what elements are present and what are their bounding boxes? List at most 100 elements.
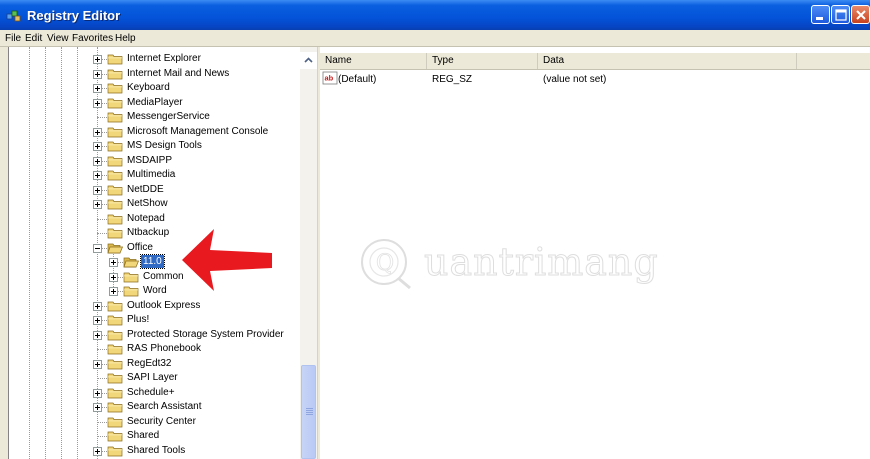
- menu-help[interactable]: Help: [115, 33, 136, 44]
- expand-icon[interactable]: [93, 301, 102, 311]
- tree-item[interactable]: Internet Mail and News: [9, 67, 311, 81]
- tree-item[interactable]: Internet Explorer: [9, 52, 311, 66]
- tree-item[interactable]: Protected Storage System Provider: [9, 328, 311, 342]
- tree-item[interactable]: Plus!: [9, 313, 311, 327]
- tree-item-label: Microsoft Management Console: [127, 125, 269, 137]
- watermark: Q uantrimang: [350, 232, 658, 292]
- expand-icon[interactable]: [93, 142, 102, 151]
- menu-file[interactable]: File: [5, 33, 21, 44]
- column-data[interactable]: Data: [538, 53, 797, 69]
- expand-icon[interactable]: [93, 185, 102, 195]
- tree-item-label: Internet Explorer: [127, 53, 201, 64]
- tree-item[interactable]: MessengerService: [9, 110, 311, 124]
- expand-icon[interactable]: [93, 127, 102, 137]
- value-name[interactable]: (Default): [338, 73, 376, 86]
- tree-item-label: MessengerService: [127, 111, 210, 122]
- tree-item[interactable]: Security Center: [9, 415, 311, 429]
- expand-icon[interactable]: [93, 446, 102, 456]
- tree-item-label: MS Design Tools: [127, 140, 202, 151]
- tree-scrollbar[interactable]: [300, 47, 317, 459]
- tree-item-label: Shared Tools: [127, 444, 186, 456]
- expand-icon[interactable]: [109, 258, 118, 267]
- watermark-text: uantrimang: [424, 240, 659, 285]
- expand-icon[interactable]: [109, 272, 118, 282]
- tree-item[interactable]: RAS Phonebook: [9, 342, 311, 356]
- tree-item[interactable]: NetDDE: [9, 183, 311, 197]
- folder-icon: [107, 69, 123, 79]
- menu-view[interactable]: View: [47, 33, 69, 44]
- expand-icon[interactable]: [93, 84, 102, 93]
- tree-item-label: Common: [143, 270, 184, 282]
- collapse-icon[interactable]: [93, 243, 102, 253]
- minimize-button[interactable]: [811, 5, 830, 24]
- folder-icon: [107, 156, 123, 166]
- svg-text:ab: ab: [325, 74, 334, 83]
- column-type[interactable]: Type: [427, 53, 538, 69]
- string-value-icon: ab: [322, 71, 338, 85]
- expand-icon[interactable]: [109, 287, 118, 296]
- tree-item[interactable]: Shared: [9, 429, 311, 443]
- thumb-grip: [306, 410, 313, 411]
- tree-item[interactable]: MSDAIPP: [9, 154, 311, 168]
- column-name[interactable]: Name: [320, 53, 427, 69]
- tree-item-label: Keyboard: [127, 82, 170, 93]
- tree-item[interactable]: Search Assistant: [9, 400, 311, 414]
- tree-item[interactable]: Keyboard: [9, 81, 311, 95]
- folder-icon: [107, 228, 123, 239]
- folder-icon: [107, 388, 123, 398]
- registry-editor-icon: [6, 10, 21, 22]
- folder-icon: [107, 315, 123, 326]
- expand-icon[interactable]: [93, 330, 102, 340]
- tree-item-label: 11.0: [140, 254, 165, 269]
- tree-item-label: Multimedia: [127, 169, 176, 180]
- tree-item-label: Schedule+: [127, 386, 175, 398]
- tree-item-label: Plus!: [127, 314, 150, 325]
- tree-item[interactable]: SAPI Layer: [9, 371, 311, 385]
- tree-item[interactable]: Schedule+: [9, 386, 311, 400]
- folder-icon: [107, 402, 123, 413]
- tree-item[interactable]: MS Design Tools: [9, 139, 311, 153]
- tree-item[interactable]: MediaPlayer: [9, 96, 311, 110]
- folder-icon: [107, 98, 123, 108]
- expand-icon[interactable]: [93, 98, 102, 108]
- tree-item-label: MSDAIPP: [127, 154, 173, 166]
- tree-item[interactable]: Outlook Express: [9, 299, 311, 313]
- tree-item[interactable]: NetShow: [9, 197, 311, 211]
- expand-icon[interactable]: [93, 316, 102, 325]
- tree-item[interactable]: Multimedia: [9, 168, 311, 182]
- tree-item-label: NetShow: [127, 198, 168, 209]
- tree-item-label: Ntbackup: [127, 227, 170, 238]
- expand-icon[interactable]: [93, 171, 102, 180]
- tree-item-label: Outlook Express: [127, 299, 201, 311]
- close-button[interactable]: [851, 5, 870, 24]
- scroll-thumb[interactable]: [301, 365, 316, 459]
- maximize-button[interactable]: [831, 5, 850, 24]
- menu-edit[interactable]: Edit: [25, 33, 42, 44]
- menu-favorites[interactable]: Favorites: [72, 33, 113, 44]
- folder-icon: [107, 54, 123, 65]
- expand-icon[interactable]: [93, 388, 102, 398]
- expand-icon[interactable]: [93, 200, 102, 209]
- folder-open-icon: [123, 257, 139, 268]
- folder-icon: [107, 83, 123, 94]
- maximize-icon: [835, 9, 847, 21]
- expand-icon[interactable]: [93, 359, 102, 369]
- watermark-logo-icon: Q: [361, 239, 411, 290]
- tree-item[interactable]: RegEdt32: [9, 357, 311, 371]
- tree-item[interactable]: Microsoft Management Console: [9, 125, 311, 139]
- expand-icon[interactable]: [93, 69, 102, 79]
- expand-icon[interactable]: [93, 55, 102, 64]
- tree-item[interactable]: Notepad: [9, 212, 311, 226]
- expand-icon[interactable]: [93, 156, 102, 166]
- close-icon: [856, 10, 866, 20]
- expand-icon[interactable]: [93, 403, 102, 412]
- title-bar[interactable]: Registry Editor: [0, 0, 870, 30]
- folder-icon: [123, 272, 139, 282]
- tree-item[interactable]: Shared Tools: [9, 444, 311, 458]
- tree-item-label: RAS Phonebook: [127, 343, 201, 354]
- scroll-up-button[interactable]: [300, 52, 317, 69]
- tree-item-label: MediaPlayer: [127, 96, 183, 108]
- tree-item-label: NetDDE: [127, 183, 164, 195]
- tree-item-label: Office: [127, 241, 153, 253]
- tree-item-label: Notepad: [127, 212, 165, 224]
